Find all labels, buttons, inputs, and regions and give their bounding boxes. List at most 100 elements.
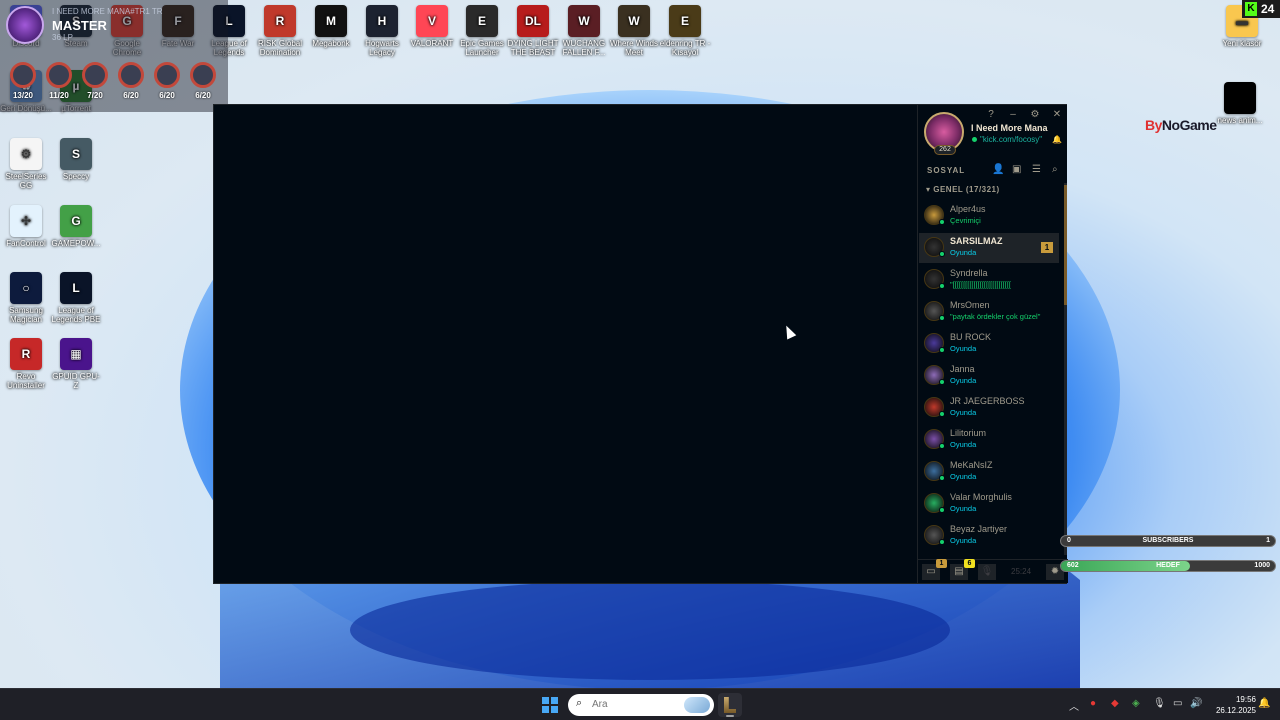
app-icon: R (10, 338, 42, 370)
desktop-icon-speccy[interactable]: S Speccy (50, 138, 102, 181)
app-icon: R (264, 5, 296, 37)
desktop-icon-gamepow[interactable]: G GAMEPOW... (50, 205, 102, 248)
close-button[interactable]: ✕ (1050, 109, 1064, 120)
hedef-goal-bar: 602 HEDEF 1000 (1060, 560, 1276, 572)
taskbar-search-input[interactable] (592, 697, 672, 712)
desktop-icon-steelseries-gg[interactable]: ⚙ SteelSeries GG (0, 138, 52, 190)
friend-status: "paytak ördekler çok güzel" (950, 312, 1041, 321)
friend-list-item[interactable]: Beyaz Jartiyer Oyunda (919, 521, 1059, 551)
friend-status: Oyunda (950, 472, 977, 481)
app-icon: M (315, 5, 347, 37)
desktop-icon-where-winds-meet[interactable]: W Where Winds Meet (608, 5, 660, 57)
status-dot-icon (939, 283, 945, 289)
add-folder-icon[interactable]: ▣ (1012, 164, 1021, 175)
desktop-icon-fancontrol[interactable]: ✣ FanControl (0, 205, 52, 248)
desktop-icon-samsung-magician[interactable]: ○ Samsung Magician (0, 272, 52, 324)
friend-name: BU ROCK (950, 332, 992, 342)
clock-time: 19:56 (1235, 695, 1256, 704)
app-icon: ○ (10, 272, 42, 304)
friend-list-item[interactable]: JR JAEGERBOSS Oyunda (919, 393, 1059, 423)
network-icon[interactable]: ▭ (1173, 698, 1182, 709)
profile-status[interactable]: "kick.com/focosy" (980, 135, 1042, 144)
bell-icon[interactable]: 🔔 (1052, 135, 1062, 144)
voice-button[interactable]: 🎙 (978, 564, 996, 580)
desktop-icon-wuchang-fallen-f[interactable]: W WUCHANG FALLEN F... (558, 5, 610, 57)
friend-list-item[interactable]: MrsOmen "paytak ördekler çok güzel" (919, 297, 1059, 327)
taskbar: ⌕ ︿ ● ◆ ◈ 🎙 ▭ 🔊 19:56 26.12.2025 🔔 (0, 688, 1280, 720)
app-icon: W (618, 5, 650, 37)
social-bottom-bar: ▭ 1 ▤ 6 🎙 25:24 ✹ (918, 559, 1068, 583)
app-icon: E (669, 5, 701, 37)
help-button[interactable]: ? (984, 109, 998, 120)
desktop-icon-gpuid-gpu-z[interactable]: ▦ GPUID GPU-Z (50, 338, 102, 390)
friend-status: Çevrimiçi (950, 216, 981, 225)
start-button[interactable] (542, 697, 558, 713)
bug-icon: ✹ (1050, 566, 1060, 577)
minimize-button[interactable]: – (1006, 109, 1020, 120)
unread-message-badge: 1 (1041, 242, 1053, 253)
microphone-tray-icon[interactable]: 🎙 (1153, 698, 1166, 709)
taskbar-league-client[interactable] (718, 693, 742, 717)
desktop-icon-hogwarts-legacy[interactable]: H Hogwarts Legacy (356, 5, 408, 57)
profile-level: 262 (934, 145, 956, 155)
subscribers-hi: 1 (1266, 537, 1270, 544)
list-view-icon[interactable]: ☰ (1032, 164, 1041, 175)
client-main-area[interactable] (214, 105, 917, 583)
status-dot-icon (939, 347, 945, 353)
friend-list-item[interactable]: Lilitorium Oyunda (919, 425, 1059, 455)
desktop-icon-news-anim[interactable]: news anim... (1214, 82, 1266, 125)
volume-icon[interactable]: 🔊 (1190, 698, 1202, 709)
champion-mastery-ring (46, 62, 72, 88)
desktop-icon-epic-games-launcher[interactable]: E Epic Games Launcher (456, 5, 508, 57)
notifications-button[interactable]: ▤ 6 (950, 559, 975, 580)
notification-center-icon[interactable]: 🔔 (1258, 698, 1270, 709)
desktop-icon-label: GAMEPOW... (51, 239, 101, 248)
tray-riot-icon[interactable]: ◆ (1111, 698, 1119, 709)
chat-button[interactable]: ▭ 1 (922, 559, 947, 580)
friend-list-item[interactable]: Alper4us Çevrimiçi (919, 201, 1059, 231)
mastery-progress-label: 7/20 (87, 91, 103, 100)
friend-list-item[interactable]: BU ROCK Oyunda (919, 329, 1059, 359)
friend-list-item[interactable]: Valar Morghulis Oyunda (919, 489, 1059, 519)
kick-logo-icon: K (1245, 2, 1257, 16)
desktop-icon-megabonk[interactable]: M Megabonk (305, 5, 357, 48)
add-friend-icon[interactable]: 👤 (992, 164, 1004, 175)
desktop-icon-eldenring-tr-k-sayol[interactable]: Eeldenring TR - Kısayol (659, 5, 711, 57)
friend-list-item[interactable]: SARSILMAZ Oyunda 1 (919, 233, 1059, 263)
desktop-icon-label: Samsung Magician (9, 306, 43, 324)
settings-button[interactable]: ⚙ (1028, 109, 1042, 120)
mastery-progress-label: 11/20 (49, 91, 69, 100)
status-dot-icon (939, 315, 945, 321)
desktop-icon-revo-uninstaller[interactable]: R Revo Uninstaller (0, 338, 52, 390)
desktop-icon-league-of-legends-pbe[interactable]: L League of Legends PBE (50, 272, 102, 324)
chat-icon: ▭ (926, 566, 936, 577)
status-dot-icon (939, 251, 945, 257)
desktop-icon-label: Megabonk (312, 39, 350, 48)
friend-status: Oyunda (950, 536, 977, 545)
bynogame-logo: ByNoGame (1145, 117, 1217, 133)
rank-subtitle: I NEED MORE MANA#TR1 TR (52, 7, 163, 16)
desktop-icon-dying-light-the-beast[interactable]: DL DYING LIGHT THE BEAST (507, 5, 559, 57)
profile-name[interactable]: I Need More Mana (971, 123, 1048, 133)
search-highlight-icon (684, 697, 710, 713)
scrollbar-thumb[interactable] (1064, 185, 1067, 305)
friend-list-item[interactable]: Syndrella "[[[[[[[[[[[[[[[[[[[[[[[[[[[[ (919, 265, 1059, 295)
desktop-icon-label: eldenring TR - Kısayol (659, 39, 711, 57)
social-panel: ? – ⚙ ✕ 262 I Need More Mana "kick.com/f… (917, 105, 1068, 583)
tray-app-icon[interactable]: ● (1090, 698, 1096, 709)
desktop-icon-risk-global-domination[interactable]: R RISK Global Domination (254, 5, 306, 57)
desktop-icon-label: WUCHANG FALLEN F... (562, 39, 606, 57)
friend-list-item[interactable]: MeKaNsIZ Oyunda (919, 457, 1059, 487)
friend-status: Oyunda (950, 504, 977, 513)
desktop-icon-valorant[interactable]: V VALORANT (406, 5, 458, 48)
champion-mastery-ring (118, 62, 144, 88)
taskbar-search[interactable]: ⌕ (568, 694, 714, 716)
mastery-progress-label: 6/20 (195, 91, 211, 100)
friend-list-item[interactable]: Janna Oyunda (919, 361, 1059, 391)
tray-security-icon[interactable]: ◈ (1132, 698, 1140, 709)
search-icon[interactable]: ⌕ (1052, 164, 1058, 175)
taskbar-clock[interactable]: 19:56 26.12.2025 (1210, 694, 1256, 716)
chevron-up-icon[interactable]: ︿ (1069, 698, 1079, 713)
desktop-icon-label: Revo Uninstaller (7, 372, 45, 390)
friend-group-header[interactable]: ▾ GENEL (17/321) (926, 185, 1000, 194)
